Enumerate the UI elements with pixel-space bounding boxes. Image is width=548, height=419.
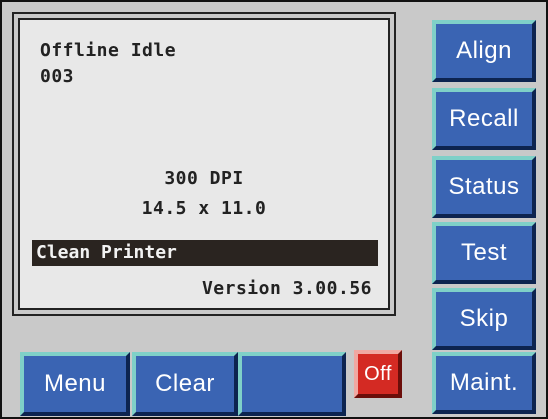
- resolution-text: 300 DPI: [164, 168, 244, 189]
- clear-button[interactable]: Clear: [132, 352, 238, 416]
- blank-button[interactable]: [238, 352, 346, 416]
- printer-status-text: Offline Idle: [40, 40, 177, 61]
- job-number-text: 003: [40, 66, 75, 87]
- menu-button-label: Menu: [43, 370, 107, 397]
- test-button-label: Test: [460, 239, 507, 266]
- skip-button[interactable]: Skip: [432, 288, 536, 350]
- status-button[interactable]: Status: [432, 156, 536, 218]
- recall-button[interactable]: Recall: [432, 88, 536, 150]
- recall-button-label: Recall: [449, 105, 519, 132]
- skip-button-label: Skip: [459, 305, 509, 332]
- maintenance-button-label: Maint.: [449, 369, 519, 396]
- power-off-button-label: Off: [364, 362, 392, 385]
- printer-control-panel: Offline Idle 003 300 DPI 14.5 x 11.0 Cle…: [0, 0, 548, 419]
- menu-button[interactable]: Menu: [20, 352, 130, 416]
- lcd-display: Offline Idle 003 300 DPI 14.5 x 11.0 Cle…: [12, 12, 396, 316]
- clear-button-label: Clear: [155, 370, 215, 397]
- media-size-text: 14.5 x 11.0: [141, 198, 267, 219]
- align-button-label: Align: [456, 37, 512, 64]
- message-bar: Clean Printer: [32, 240, 378, 266]
- maintenance-button[interactable]: Maint.: [432, 352, 536, 414]
- status-button-label: Status: [448, 173, 520, 200]
- align-button[interactable]: Align: [432, 20, 536, 82]
- power-off-button[interactable]: Off: [354, 350, 402, 398]
- test-button[interactable]: Test: [432, 222, 536, 284]
- version-text: Version 3.00.56: [201, 278, 372, 299]
